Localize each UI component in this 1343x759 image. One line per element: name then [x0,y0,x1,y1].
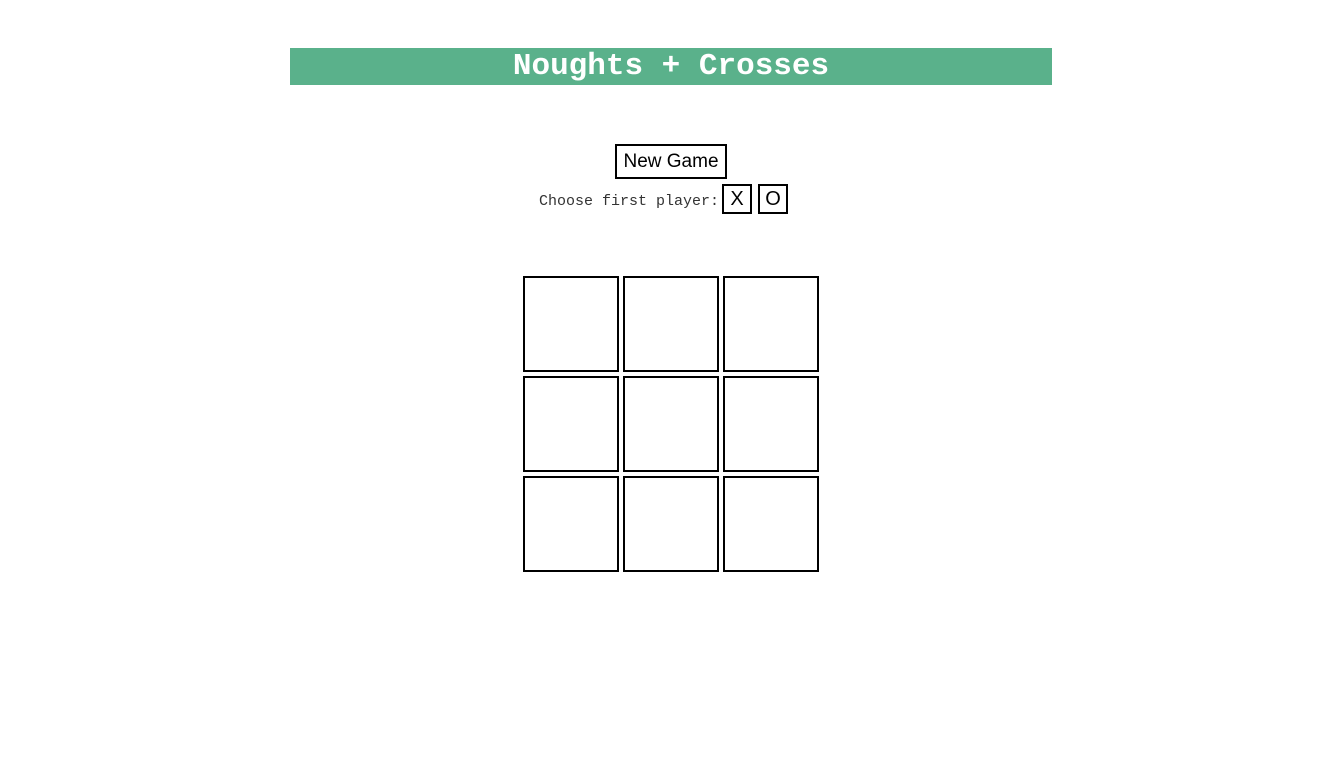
board-cell-9[interactable] [723,476,819,572]
new-game-button[interactable]: New Game [615,144,727,179]
board-cell-8[interactable] [623,476,719,572]
choose-o-button[interactable]: O [758,184,789,214]
choose-x-button[interactable]: X [722,184,753,214]
board-cell-6[interactable] [723,376,819,472]
first-player-selector: Choose first player: X O [539,184,794,214]
game-board [523,276,819,572]
board-cell-5[interactable] [623,376,719,472]
board-cell-3[interactable] [723,276,819,372]
board-cell-1[interactable] [523,276,619,372]
board-cell-4[interactable] [523,376,619,472]
board-cell-2[interactable] [623,276,719,372]
page-title: Noughts + Crosses [290,48,1052,85]
first-player-label: Choose first player: [539,192,720,210]
board-cell-7[interactable] [523,476,619,572]
